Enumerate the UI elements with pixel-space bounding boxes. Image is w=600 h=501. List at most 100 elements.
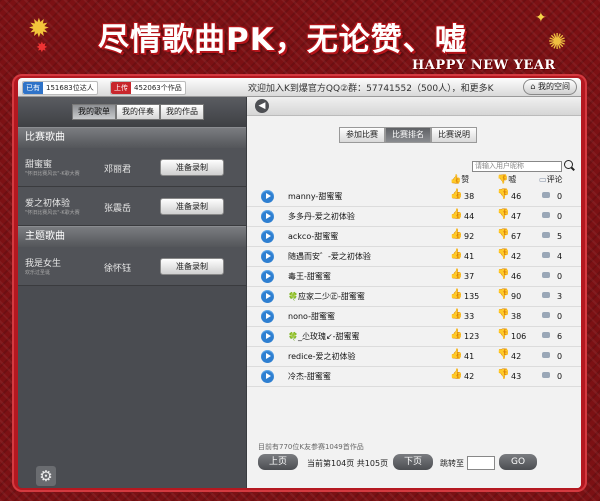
table-row[interactable]: 随遇而安゛-爱之初体验 👍 41 👎 42 4	[247, 247, 581, 267]
thumbs-down-icon[interactable]: 👎	[497, 249, 509, 260]
thumbs-up-icon[interactable]: 👍	[450, 309, 462, 320]
boo-count: 90	[511, 292, 522, 301]
like-count: 37	[464, 272, 475, 281]
go-button[interactable]: GO	[499, 454, 537, 470]
users-count: 151683位达人	[46, 84, 94, 92]
comment-label: 评论	[546, 175, 563, 184]
sparkle-icon: ✦	[535, 10, 547, 26]
comment-count: 0	[557, 312, 563, 321]
next-page-button[interactable]: 下页	[393, 454, 433, 470]
table-row[interactable]: 🍀_尐玫瑰↙-甜蜜蜜 👍 123 👎 106 6	[247, 327, 581, 347]
my-space-button[interactable]: ⌂ 我的空间	[523, 79, 577, 95]
tab-join-contest[interactable]: 参加比赛	[339, 127, 385, 143]
firework-icon: ✺	[548, 30, 567, 55]
play-icon[interactable]	[261, 350, 274, 363]
like-count: 44	[464, 212, 475, 221]
jump-page-input[interactable]	[467, 456, 495, 470]
play-icon[interactable]	[261, 310, 274, 323]
song-subtitle: 欢乐过圣诞	[25, 270, 51, 276]
boo-count: 43	[511, 372, 522, 381]
entry-name: 冷杰-甜蜜蜜	[288, 372, 331, 381]
thumbs-down-icon[interactable]: 👎	[497, 369, 509, 380]
thumbs-down-icon[interactable]: 👎	[497, 189, 509, 200]
prepare-record-button[interactable]: 准备录制	[160, 159, 224, 176]
comment-icon: ▭	[539, 175, 547, 184]
comment-icon[interactable]	[542, 292, 550, 298]
thumbs-up-icon: 👍	[450, 175, 462, 185]
play-icon[interactable]	[261, 270, 274, 283]
boo-count: 42	[511, 352, 522, 361]
prepare-record-button[interactable]: 准备录制	[160, 258, 224, 275]
thumbs-down-icon[interactable]: 👎	[497, 289, 509, 300]
table-row[interactable]: 多多丹-爱之初体验 👍 44 👎 47 0	[247, 207, 581, 227]
search-icon[interactable]	[564, 160, 573, 169]
play-icon[interactable]	[261, 330, 274, 343]
table-row[interactable]: 冷杰-甜蜜蜜 👍 42 👎 43 0	[247, 367, 581, 387]
play-icon[interactable]	[261, 230, 274, 243]
table-row[interactable]: 🍀应家二少㊣-甜蜜蜜 👍 135 👎 90 3	[247, 287, 581, 307]
search-input[interactable]: 请输入用户昵称	[472, 161, 562, 172]
comment-icon[interactable]	[542, 272, 550, 278]
comment-icon[interactable]	[542, 312, 550, 318]
table-row[interactable]: nono-甜蜜蜜 👍 33 👎 38 0	[247, 307, 581, 327]
tab-contest-rules[interactable]: 比赛说明	[431, 127, 477, 143]
song-row[interactable]: 我是女生 欢乐过圣诞 徐怀钰 准备录制	[18, 247, 246, 286]
like-count: 33	[464, 312, 475, 321]
prepare-record-button[interactable]: 准备录制	[160, 198, 224, 215]
comment-count: 0	[557, 372, 563, 381]
song-row[interactable]: 甜蜜蜜 "怀旧比赛风云"-K歌大赛 邓丽君 准备录制	[18, 148, 246, 187]
comment-count: 5	[557, 232, 563, 241]
like-column-header: 👍赞	[450, 174, 469, 185]
play-icon[interactable]	[261, 290, 274, 303]
left-sidebar: 我的歌单 我的伴奏 我的作品 比赛歌曲 甜蜜蜜 "怀旧比赛风云"-K歌大赛 邓丽…	[18, 97, 246, 488]
thumbs-up-icon[interactable]: 👍	[450, 329, 462, 340]
thumbs-up-icon[interactable]: 👍	[450, 289, 462, 300]
table-row[interactable]: redice-爱之初体验 👍 41 👎 42 0	[247, 347, 581, 367]
thumbs-up-icon[interactable]: 👍	[450, 229, 462, 240]
thumbs-down-icon[interactable]: 👎	[497, 209, 509, 220]
tab-my-songlist[interactable]: 我的歌单	[72, 104, 116, 120]
thumbs-up-icon[interactable]: 👍	[450, 249, 462, 260]
back-icon[interactable]: ◀	[255, 99, 269, 113]
thumbs-down-icon[interactable]: 👎	[497, 269, 509, 280]
thumbs-down-icon: 👎	[497, 175, 509, 185]
play-icon[interactable]	[261, 370, 274, 383]
play-icon[interactable]	[261, 190, 274, 203]
thumbs-up-icon[interactable]: 👍	[450, 369, 462, 380]
tab-contest-ranking[interactable]: 比赛排名	[385, 127, 431, 143]
table-row[interactable]: 毒王-甜蜜蜜 👍 37 👎 46 0	[247, 267, 581, 287]
play-icon[interactable]	[261, 210, 274, 223]
thumbs-up-icon[interactable]: 👍	[450, 209, 462, 220]
song-title: 爱之初体验	[25, 199, 71, 209]
song-row[interactable]: 爱之初体验 "怀旧比赛风云"-K歌大赛 张震岳 准备录制	[18, 187, 246, 226]
play-icon[interactable]	[261, 250, 274, 263]
thumbs-up-icon[interactable]: 👍	[450, 349, 462, 360]
thumbs-down-icon[interactable]: 👎	[497, 229, 509, 240]
entry-name: 多多丹-爱之初体验	[288, 212, 355, 221]
comment-icon[interactable]	[542, 232, 550, 238]
thumbs-up-icon[interactable]: 👍	[450, 189, 462, 200]
like-count: 38	[464, 192, 475, 201]
comment-icon[interactable]	[542, 352, 550, 358]
tab-my-works[interactable]: 我的作品	[160, 104, 204, 120]
entry-name: redice-爱之初体验	[288, 352, 356, 361]
prev-page-button[interactable]: 上页	[258, 454, 298, 470]
song-singer: 邓丽君	[104, 165, 132, 175]
gear-icon[interactable]: ⚙	[36, 466, 56, 486]
comment-icon[interactable]	[542, 372, 550, 378]
thumbs-up-icon[interactable]: 👍	[450, 269, 462, 280]
firecracker-icon: ✸	[36, 40, 48, 56]
table-row[interactable]: ackco-甜蜜蜜 👍 92 👎 67 5	[247, 227, 581, 247]
thumbs-down-icon[interactable]: 👎	[497, 349, 509, 360]
users-tag: 已有	[23, 82, 43, 94]
comment-icon[interactable]	[542, 192, 550, 198]
thumbs-down-icon[interactable]: 👎	[497, 309, 509, 320]
tab-my-accompaniment[interactable]: 我的伴奏	[116, 104, 160, 120]
entry-name: manny-甜蜜蜜	[288, 192, 343, 201]
table-row[interactable]: manny-甜蜜蜜 👍 38 👎 46 0	[247, 187, 581, 207]
comment-icon[interactable]	[542, 332, 550, 338]
thumbs-down-icon[interactable]: 👎	[497, 329, 509, 340]
comment-count: 0	[557, 272, 563, 281]
comment-icon[interactable]	[542, 212, 550, 218]
comment-icon[interactable]	[542, 252, 550, 258]
